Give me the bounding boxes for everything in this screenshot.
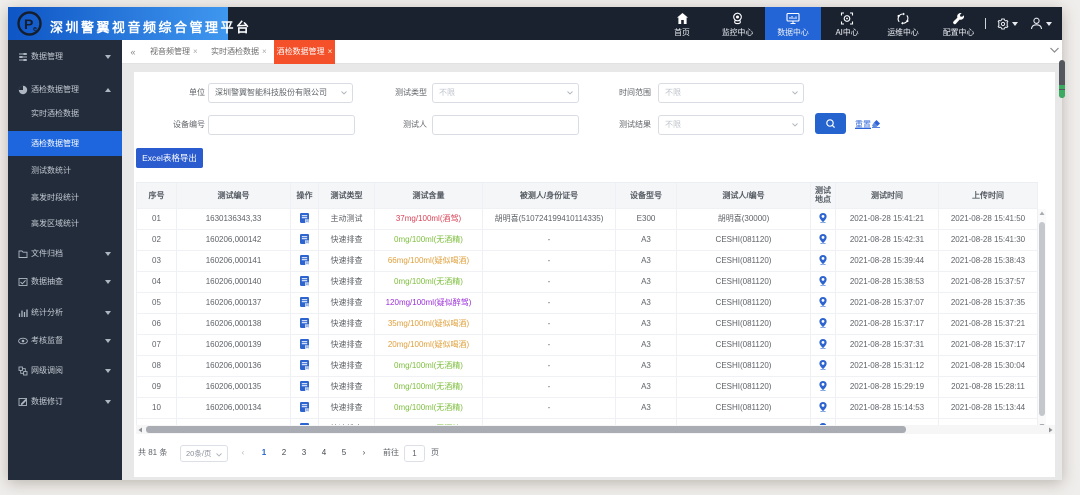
svg-text:e: e [33,26,37,33]
svg-text:P: P [24,16,33,32]
